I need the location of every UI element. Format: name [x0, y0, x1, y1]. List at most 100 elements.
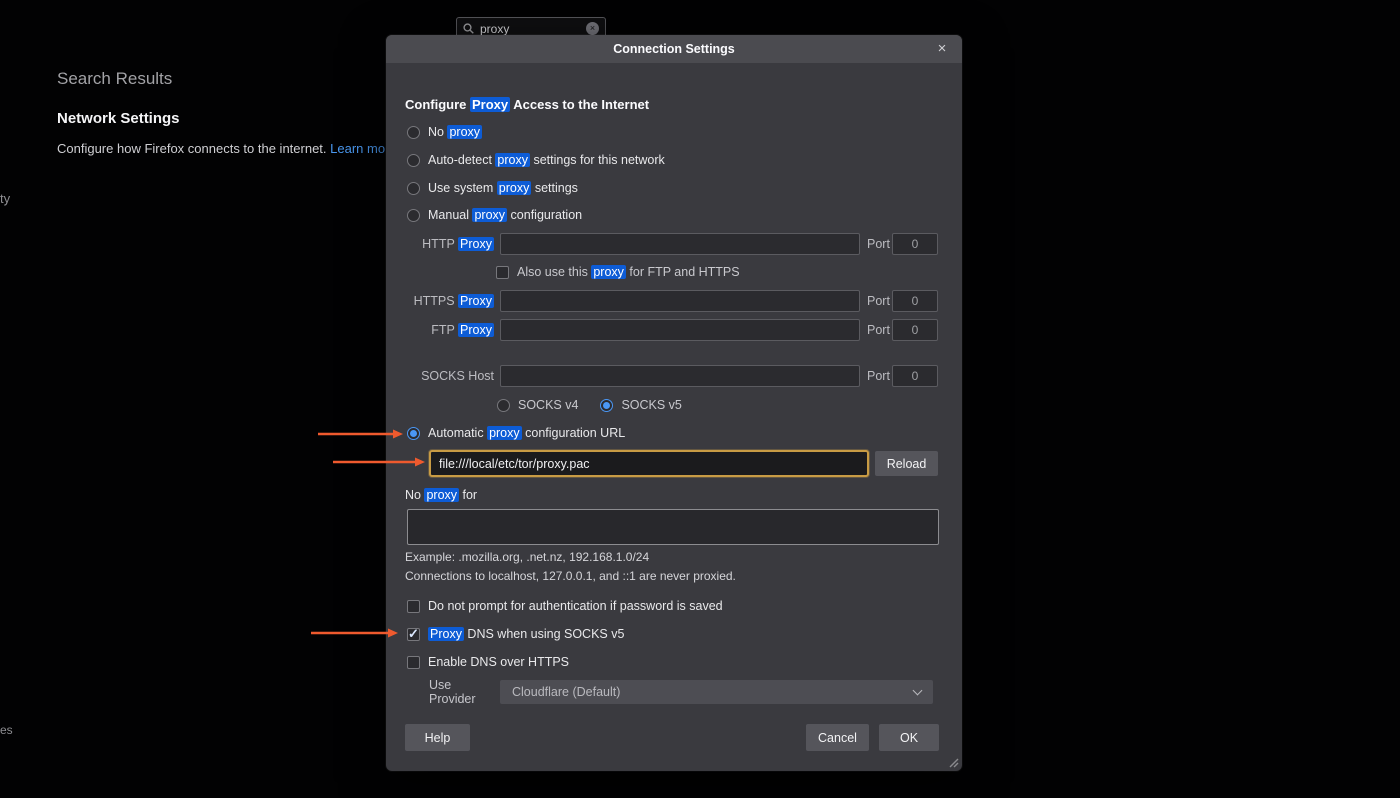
socks-v5-label: SOCKS v5: [621, 398, 681, 412]
https-proxy-label: HTTPS Proxy: [386, 294, 494, 308]
heading-text: Access to the Internet: [510, 97, 649, 112]
ftp-proxy-label: FTP Proxy: [386, 323, 494, 337]
proxy-dns-row[interactable]: Proxy DNS when using SOCKS v5: [407, 626, 624, 642]
sidebar-fragment-bottom: es: [0, 723, 13, 737]
also-use-proxy-row[interactable]: Also use this proxy for FTP and HTTPS: [496, 264, 740, 280]
search-input[interactable]: [480, 22, 580, 36]
cancel-button[interactable]: Cancel: [806, 724, 869, 751]
network-settings-title: Network Settings: [57, 110, 180, 127]
also-use-proxy-checkbox[interactable]: [496, 266, 509, 279]
radio-label: No proxy: [428, 125, 482, 139]
checkbox-label: Also use this proxy for FTP and HTTPS: [517, 265, 740, 279]
arrow-to-proxy-dns-checkbox: [311, 629, 398, 638]
resize-grip[interactable]: [946, 755, 959, 768]
https-proxy-input[interactable]: [500, 290, 860, 312]
provider-value: Cloudflare (Default): [512, 685, 620, 699]
radio-row-auto-detect[interactable]: Auto-detect proxy settings for this netw…: [407, 152, 665, 168]
search-results-title: Search Results: [57, 69, 172, 89]
label-text: for: [459, 488, 477, 502]
auto-proxy-url-input[interactable]: [429, 450, 869, 477]
ok-button[interactable]: OK: [879, 724, 939, 751]
http-proxy-input[interactable]: [500, 233, 860, 255]
ftp-port-input[interactable]: [892, 319, 938, 341]
learn-more-link[interactable]: Learn mor: [330, 141, 389, 156]
description-text: Configure how Firefox connects to the in…: [57, 141, 330, 156]
dialog-header: Connection Settings ×: [386, 35, 962, 63]
label-text: Use system: [428, 181, 497, 195]
label-highlight: Proxy: [458, 294, 494, 308]
ftp-proxy-row: FTP Proxy Port: [386, 318, 962, 342]
doh-checkbox[interactable]: [407, 656, 420, 669]
radio-row-manual[interactable]: Manual proxy configuration: [407, 207, 582, 223]
auto-url-radio[interactable]: [407, 427, 420, 440]
ftp-port-label: Port: [867, 323, 890, 337]
label-text: configuration: [507, 208, 582, 222]
label-text: HTTP: [422, 237, 458, 251]
use-provider-label: Use Provider: [429, 678, 492, 706]
no-proxy-for-textarea[interactable]: [407, 509, 939, 545]
https-port-input[interactable]: [892, 290, 938, 312]
auth-prompt-checkbox[interactable]: [407, 600, 420, 613]
label-highlight: proxy: [497, 181, 532, 195]
label-highlight: proxy: [487, 426, 522, 440]
https-port-label: Port: [867, 294, 890, 308]
label-highlight: proxy: [591, 265, 626, 279]
heading-text: Configure: [405, 97, 470, 112]
socks-host-row: SOCKS Host Port: [386, 364, 962, 388]
no-proxy-radio[interactable]: [407, 126, 420, 139]
label-highlight: Proxy: [458, 323, 494, 337]
dialog-title: Connection Settings: [386, 35, 962, 63]
auto-detect-radio[interactable]: [407, 154, 420, 167]
localhost-note: Connections to localhost, 127.0.0.1, and…: [405, 569, 736, 583]
reload-button[interactable]: Reload: [875, 451, 938, 476]
help-button[interactable]: Help: [405, 724, 470, 751]
label-highlight: Proxy: [428, 627, 464, 641]
checkbox-label: Do not prompt for authentication if pass…: [428, 599, 723, 613]
search-icon: [463, 23, 474, 34]
ftp-proxy-input[interactable]: [500, 319, 860, 341]
checkbox-label: Enable DNS over HTTPS: [428, 655, 569, 669]
socks-v4-label: SOCKS v4: [518, 398, 578, 412]
socks-version-row: SOCKS v4 SOCKS v5: [497, 397, 682, 413]
http-port-label: Port: [867, 237, 890, 251]
socks-port-input[interactable]: [892, 365, 938, 387]
connection-settings-dialog: Connection Settings × Configure Proxy Ac…: [386, 35, 962, 771]
radio-label: Use system proxy settings: [428, 181, 578, 195]
no-proxy-for-label: No proxy for: [405, 488, 477, 502]
socks-host-input[interactable]: [500, 365, 860, 387]
chevron-down-icon: [913, 685, 923, 695]
socks-host-label: SOCKS Host: [386, 369, 494, 383]
provider-dropdown[interactable]: Cloudflare (Default): [500, 680, 933, 704]
auth-prompt-row[interactable]: Do not prompt for authentication if pass…: [407, 598, 723, 614]
radio-label: Automatic proxy configuration URL: [428, 426, 625, 440]
label-text: for FTP and HTTPS: [626, 265, 740, 279]
label-text: FTP: [431, 323, 458, 337]
label-text: HTTPS: [414, 294, 458, 308]
socks-v5-radio[interactable]: [600, 399, 613, 412]
label-text: DNS when using SOCKS v5: [464, 627, 625, 641]
doh-row[interactable]: Enable DNS over HTTPS: [407, 654, 569, 670]
configure-proxy-heading: Configure Proxy Access to the Internet: [405, 97, 649, 112]
socks-port-label: Port: [867, 369, 890, 383]
close-icon[interactable]: ×: [931, 38, 953, 60]
label-highlight: proxy: [447, 125, 482, 139]
screen: { "colors": { "accent": "#0a84ff", "sear…: [0, 0, 1400, 798]
radio-label: Auto-detect proxy settings for this netw…: [428, 153, 665, 167]
manual-proxy-radio[interactable]: [407, 209, 420, 222]
http-port-input[interactable]: [892, 233, 938, 255]
label-text: settings: [531, 181, 578, 195]
label-text: configuration URL: [522, 426, 626, 440]
label-text: Manual: [428, 208, 472, 222]
label-text: No: [428, 125, 447, 139]
proxy-dns-checkbox[interactable]: [407, 628, 420, 641]
radio-label: Manual proxy configuration: [428, 208, 582, 222]
socks-v4-radio[interactable]: [497, 399, 510, 412]
radio-row-use-system[interactable]: Use system proxy settings: [407, 180, 578, 196]
radio-row-no-proxy[interactable]: No proxy: [407, 124, 482, 140]
radio-row-auto-url[interactable]: Automatic proxy configuration URL: [407, 425, 625, 441]
label-text: Auto-detect: [428, 153, 495, 167]
use-system-proxy-radio[interactable]: [407, 182, 420, 195]
http-proxy-label: HTTP Proxy: [386, 237, 494, 251]
network-settings-description: Configure how Firefox connects to the in…: [57, 141, 389, 156]
clear-search-icon[interactable]: ×: [586, 22, 599, 35]
